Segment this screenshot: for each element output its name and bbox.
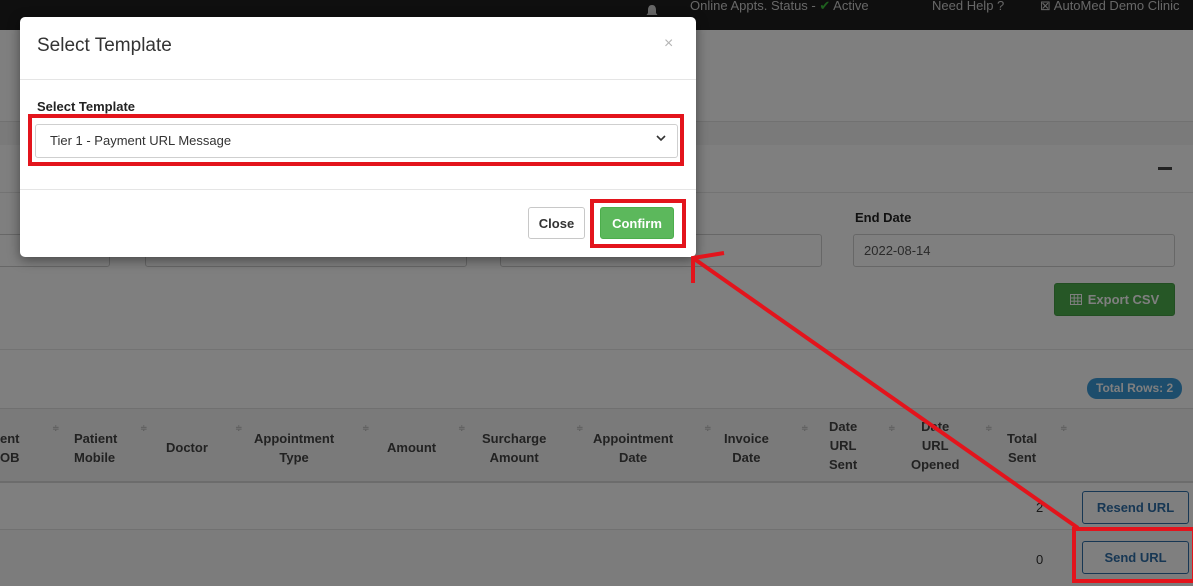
close-icon[interactable]: ×	[664, 35, 673, 53]
close-button[interactable]: Close	[528, 207, 585, 239]
modal-title: Select Template	[37, 35, 172, 56]
select-template-label: Select Template	[37, 99, 136, 114]
highlight-template-select	[28, 114, 684, 166]
highlight-confirm-button	[590, 199, 686, 248]
modal-header: Select Template ×	[20, 17, 696, 80]
highlight-send-url-button	[1072, 527, 1193, 583]
